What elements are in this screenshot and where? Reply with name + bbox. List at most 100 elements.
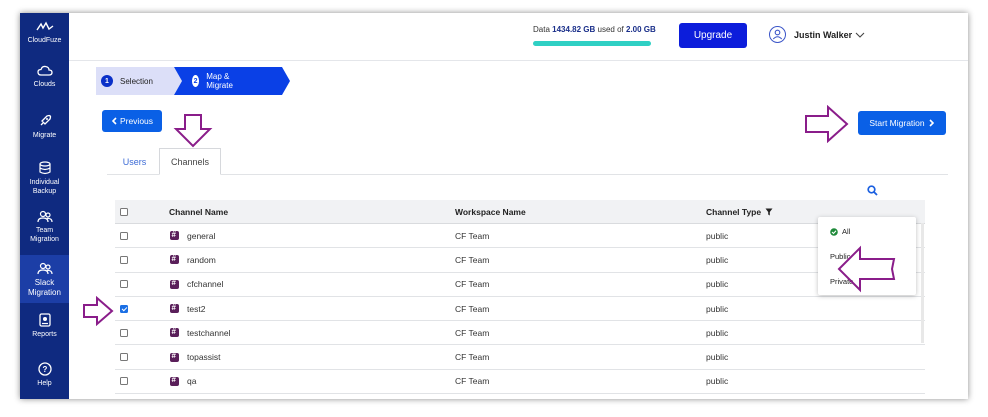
channel-name: cfchannel [187, 279, 224, 290]
table-row[interactable]: random CF Team public [115, 248, 925, 273]
channel-name: qa [187, 376, 197, 387]
usage-total-value: 2.00 GB [626, 25, 656, 34]
rocket-icon [40, 114, 51, 126]
filter-option-all[interactable]: All [830, 227, 850, 236]
brand-logo[interactable]: CloudFuze [20, 21, 69, 45]
channel-type: public [706, 303, 729, 314]
row-checkbox[interactable] [120, 297, 128, 320]
annotation-arrow-down [173, 114, 213, 148]
start-migration-button[interactable]: Start Migration [858, 111, 946, 135]
step-number: 2 [192, 75, 200, 87]
row-checkbox[interactable] [120, 248, 128, 271]
sidebar-item-label: Clouds [33, 81, 56, 88]
brand-name: CloudFuze [27, 37, 62, 44]
sidebar-item-label: Migrate [32, 132, 57, 139]
channel-name-cell: general [170, 224, 215, 247]
channel-name: random [187, 254, 216, 265]
sidebar-item-label-line1: Team [35, 227, 54, 234]
channel-name: general [187, 230, 216, 241]
table-row[interactable]: test2 CF Team public [115, 297, 925, 322]
sidebar-item-label-line2: Migration [30, 236, 59, 243]
table-row[interactable]: testchannel CF Team public [115, 321, 925, 346]
channel-type: public [706, 376, 729, 387]
table-row[interactable]: topassist CF Team public [115, 345, 925, 370]
sidebar: CloudFuze Clouds Migrate Individual Back… [20, 13, 69, 399]
sidebar-item-migrate[interactable]: Migrate [20, 114, 69, 140]
svg-text:?: ? [42, 365, 47, 374]
step-map-migrate[interactable]: 2 Map & Migrate [192, 67, 238, 95]
row-checkbox[interactable] [120, 345, 128, 368]
workspace-name: CF Team [455, 376, 490, 387]
filter-icon[interactable] [765, 208, 773, 216]
tab-channels[interactable]: Channels [159, 148, 221, 175]
sidebar-item-slack-migration[interactable]: Slack Migration [20, 255, 69, 303]
row-checkbox[interactable] [120, 370, 128, 393]
usage-mid-text: used of [597, 25, 624, 34]
storage-usage-text: Data 1434.82 GB used of 2.00 GB [533, 25, 656, 34]
chevron-down-icon [855, 32, 865, 38]
slack-icon [170, 278, 179, 289]
channel-name: testchannel [187, 327, 231, 338]
row-checkbox[interactable] [120, 273, 128, 296]
channel-name-cell: test2 [170, 297, 205, 320]
column-header-label: Channel Type [706, 206, 762, 217]
table-scrollbar[interactable] [921, 223, 924, 343]
sidebar-item-label-line2: Migration [28, 288, 61, 297]
report-icon [38, 313, 51, 327]
upgrade-button[interactable]: Upgrade [679, 23, 747, 48]
usage-used-value: 1434.82 GB [552, 25, 596, 34]
help-icon: ? [37, 362, 52, 376]
channel-name-cell: random [170, 248, 216, 271]
previous-button[interactable]: Previous [102, 110, 162, 132]
sidebar-item-help[interactable]: ? Help [20, 362, 69, 388]
step-number: 1 [101, 75, 113, 87]
sidebar-item-team-migration[interactable]: Team Migration [20, 210, 69, 244]
storage-usage-bar [533, 41, 651, 46]
workspace-name: CF Team [455, 254, 490, 265]
team-icon [36, 210, 53, 223]
slack-icon [170, 327, 179, 338]
team-icon [36, 262, 53, 275]
column-header-workspace-name: Workspace Name [455, 206, 526, 217]
channel-name-cell: qa [170, 370, 196, 393]
table-row[interactable]: cfchannel CF Team public [115, 273, 925, 297]
channel-name: test2 [187, 303, 206, 314]
annotation-arrow-left-menu [837, 245, 896, 293]
sidebar-item-label: Reports [32, 331, 57, 338]
table-body: generalCF TeampublicrandomCF Teampublicc… [115, 224, 925, 395]
user-name: Justin Walker [794, 29, 853, 40]
select-all-checkbox[interactable] [120, 200, 128, 223]
sidebar-item-reports[interactable]: Reports [20, 313, 69, 339]
step-selection[interactable]: 1 Selection [101, 67, 153, 95]
chevron-right-icon [929, 119, 934, 127]
channel-name-cell: cfchannel [170, 273, 223, 296]
row-checkbox[interactable] [120, 321, 128, 344]
channel-type: public [706, 279, 729, 290]
table-row[interactable]: general CF Team public [115, 224, 925, 249]
search-icon[interactable] [867, 185, 878, 196]
tab-users[interactable]: Users [107, 148, 162, 175]
annotation-arrow-right-start [805, 105, 849, 143]
database-icon [38, 161, 51, 175]
channels-table: Channel Name Workspace Name Channel Type… [115, 200, 925, 395]
slack-icon [170, 375, 179, 386]
channel-type: public [706, 230, 729, 241]
top-bar: Data 1434.82 GB used of 2.00 GB Upgrade … [69, 13, 968, 61]
channel-type: public [706, 352, 729, 363]
row-checkbox[interactable] [120, 224, 128, 247]
app-window: CloudFuze Clouds Migrate Individual Back… [20, 13, 968, 399]
table-row[interactable]: qa CF Team public [115, 370, 925, 395]
annotation-arrow-right-row [83, 296, 114, 326]
sidebar-item-clouds[interactable]: Clouds [20, 65, 69, 89]
user-avatar-icon [769, 26, 786, 43]
column-header-channel-name: Channel Name [169, 206, 229, 217]
sidebar-item-individual-backup[interactable]: Individual Backup [20, 161, 69, 196]
step-label: Selection [120, 76, 153, 86]
usage-prefix: Data [533, 25, 550, 34]
workspace-name: CF Team [455, 279, 490, 290]
storage-usage-fill [533, 41, 651, 46]
workspace-name: CF Team [455, 327, 490, 338]
start-migration-label: Start Migration [869, 118, 925, 128]
workspace-name: CF Team [455, 230, 490, 241]
user-menu[interactable]: Justin Walker [769, 26, 865, 43]
